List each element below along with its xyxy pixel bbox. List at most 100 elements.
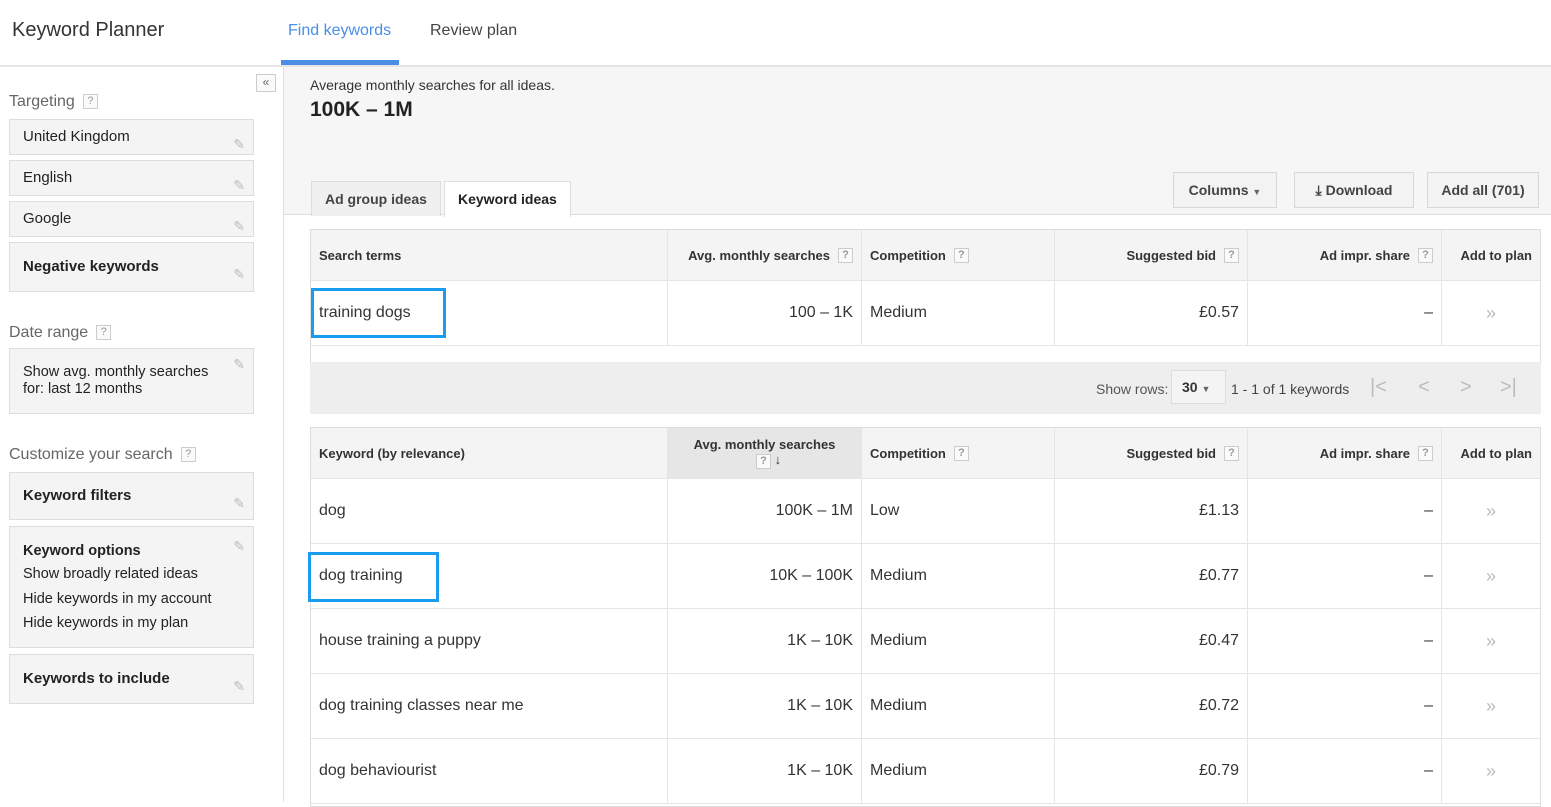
pager: Show rows: 30 ▼ 1 - 1 of 1 keywords |< <… [310, 362, 1541, 414]
pencil-icon[interactable]: ✎ [233, 356, 245, 373]
help-icon[interactable]: ? [838, 248, 853, 263]
keywords-to-include-label: Keywords to include [23, 670, 170, 687]
competition: Medium [861, 281, 1054, 345]
help-icon[interactable]: ? [83, 94, 98, 109]
keyword-filters[interactable]: Keyword filters✎ [9, 472, 254, 520]
avg-searches: 100 – 1K [667, 281, 861, 345]
col-ad-impr-share[interactable]: Ad impr. share? [1247, 230, 1441, 280]
keyword-options[interactable]: Keyword options Show broadly related ide… [9, 526, 254, 648]
suggested-bid: £0.77 [1054, 544, 1247, 608]
help-icon[interactable]: ? [1418, 248, 1433, 263]
date-range-label: Date range? [9, 324, 111, 342]
add-to-plan-button[interactable]: » [1441, 674, 1540, 738]
add-to-plan-button[interactable]: » [1441, 609, 1540, 673]
tab-review-plan[interactable]: Review plan [430, 22, 517, 40]
keywords-to-include[interactable]: Keywords to include✎ [9, 654, 254, 704]
targeting-language[interactable]: English✎ [9, 160, 254, 196]
first-page-icon[interactable]: |< [1370, 376, 1387, 399]
competition: Low [861, 479, 1054, 543]
col-suggested-bid[interactable]: Suggested bid? [1054, 428, 1247, 478]
help-icon[interactable]: ? [756, 454, 771, 469]
col-suggested-bid[interactable]: Suggested bid? [1054, 230, 1247, 280]
add-to-plan-button[interactable]: » [1441, 544, 1540, 608]
add-to-plan-button[interactable]: » [1441, 479, 1540, 543]
keyword-option: Hide keywords in my account [23, 587, 240, 612]
keyword: dog training classes near me [311, 674, 667, 738]
add-to-plan-button[interactable]: » [1441, 281, 1540, 345]
columns-button[interactable]: Columns ▼ [1173, 172, 1277, 208]
pencil-icon[interactable]: ✎ [233, 168, 245, 202]
pager-range: 1 - 1 of 1 keywords [1231, 381, 1349, 397]
sort-down-arrow-icon: ↓ [775, 452, 782, 467]
double-chevron-right-icon: » [1486, 696, 1496, 717]
col-add-to-plan: Add to plan [1441, 428, 1540, 478]
table-row: dog behaviourist 1K – 10K Medium £0.79 –… [311, 739, 1540, 804]
pencil-icon[interactable]: ✎ [233, 534, 245, 559]
double-chevron-right-icon: » [1486, 631, 1496, 652]
targeting-network[interactable]: Google✎ [9, 201, 254, 237]
negative-keywords[interactable]: Negative keywords✎ [9, 242, 254, 292]
col-competition[interactable]: Competition? [861, 428, 1054, 478]
targeting-location[interactable]: United Kingdom✎ [9, 119, 254, 155]
double-chevron-right-icon: » [1486, 303, 1496, 324]
targeting-text: Targeting [9, 93, 75, 110]
last-page-icon[interactable]: >| [1500, 376, 1517, 399]
rows-per-page-select[interactable]: 30 ▼ [1171, 370, 1226, 404]
show-rows-label: Show rows: [1096, 381, 1168, 397]
col-avg-searches-sorted[interactable]: Avg. monthly searches? ↓ [667, 428, 861, 478]
help-icon[interactable]: ? [181, 447, 196, 462]
header-text: Competition [870, 446, 946, 461]
add-all-button[interactable]: Add all (701) [1427, 172, 1539, 208]
keyword-ideas-table: Keyword (by relevance) Avg. monthly sear… [310, 427, 1541, 807]
col-keyword[interactable]: Keyword (by relevance) [311, 428, 667, 478]
suggested-bid: £0.47 [1054, 609, 1247, 673]
date-range-card[interactable]: Show avg. monthly searches for: last 12 … [9, 348, 254, 414]
keyword-filters-label: Keyword filters [23, 487, 131, 504]
pencil-icon[interactable]: ✎ [233, 662, 245, 710]
col-avg-searches[interactable]: Avg. monthly searches? [667, 230, 861, 280]
pencil-icon[interactable]: ✎ [233, 127, 245, 161]
download-button[interactable]: ⤓ Download [1294, 172, 1414, 208]
tab-keyword-ideas[interactable]: Keyword ideas [444, 181, 571, 217]
double-chevron-right-icon: » [1486, 501, 1496, 522]
add-to-plan-button[interactable]: » [1441, 739, 1540, 803]
pencil-icon[interactable]: ✎ [233, 250, 245, 298]
header-text: Suggested bid [1126, 446, 1216, 461]
tab-ad-group-ideas[interactable]: Ad group ideas [311, 181, 441, 216]
collapse-sidebar-icon[interactable]: « [256, 74, 276, 92]
col-ad-impr-share[interactable]: Ad impr. share? [1247, 428, 1441, 478]
help-icon[interactable]: ? [1418, 446, 1433, 461]
help-icon[interactable]: ? [1224, 248, 1239, 263]
highlight-box [311, 288, 446, 338]
help-icon[interactable]: ? [96, 325, 111, 340]
search-terms-table: Search terms Avg. monthly searches? Comp… [310, 229, 1541, 363]
language-value: English [23, 169, 72, 186]
help-icon[interactable]: ? [1224, 446, 1239, 461]
pencil-icon[interactable]: ✎ [233, 209, 245, 243]
next-page-icon[interactable]: > [1460, 376, 1472, 399]
competition: Medium [861, 674, 1054, 738]
header-text: Avg. monthly searches [688, 248, 830, 263]
app-title: Keyword Planner [12, 19, 164, 42]
ad-impr-share: – [1247, 281, 1441, 345]
keyword-option: Hide keywords in my plan [23, 611, 240, 636]
col-competition[interactable]: Competition? [861, 230, 1054, 280]
avg-searches-label: Average monthly searches for all ideas. [310, 77, 555, 93]
col-add-to-plan: Add to plan [1441, 230, 1540, 280]
negative-keywords-label: Negative keywords [23, 258, 159, 275]
ad-impr-share: – [1247, 609, 1441, 673]
tab-find-keywords[interactable]: Find keywords [288, 22, 391, 40]
header-text: Suggested bid [1126, 248, 1216, 263]
prev-page-icon[interactable]: < [1418, 376, 1430, 399]
customize-text: Customize your search [9, 446, 173, 463]
dropdown-caret-icon: ▼ [1201, 384, 1210, 394]
ad-impr-share: – [1247, 739, 1441, 803]
help-icon[interactable]: ? [954, 446, 969, 461]
pencil-icon[interactable]: ✎ [233, 480, 245, 526]
avg-searches: 1K – 10K [667, 609, 861, 673]
keyword-options-title: Keyword options [23, 542, 240, 560]
targeting-label: Targeting? [9, 93, 98, 111]
header-text: Ad impr. share [1320, 248, 1410, 263]
help-icon[interactable]: ? [954, 248, 969, 263]
download-icon: ⤓ [1316, 182, 1322, 198]
